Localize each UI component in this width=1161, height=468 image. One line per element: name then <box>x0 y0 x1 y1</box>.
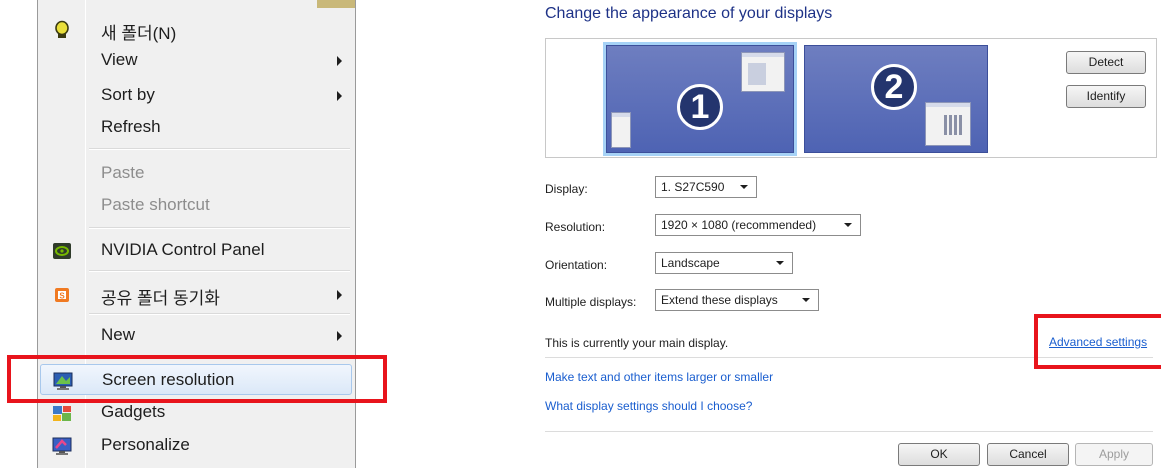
orientation-select-value: Landscape <box>661 256 720 270</box>
display-select[interactable]: 1. S27C590 <box>655 176 757 198</box>
apply-button[interactable]: Apply <box>1075 443 1153 466</box>
ok-button[interactable]: OK <box>898 443 980 466</box>
divider <box>545 431 1153 432</box>
gadgets-icon <box>52 403 72 423</box>
multiple-displays-select[interactable]: Extend these displays <box>655 289 819 311</box>
divider <box>545 357 1153 358</box>
menu-item-label: Gadgets <box>101 402 166 421</box>
display-preview-area: 1 2 Detect Identify <box>545 38 1157 158</box>
chevron-down-icon <box>844 223 852 227</box>
menu-item-screen-resolution[interactable]: Screen resolution <box>40 364 352 395</box>
orientation-select[interactable]: Landscape <box>655 252 793 274</box>
monitor-2-tile[interactable]: 2 <box>804 45 988 153</box>
menu-item-label: Sort by <box>101 85 155 104</box>
desktop-context-menu: 새 폴더(N) View Sort by Refresh Paste Paste… <box>37 0 356 468</box>
menu-separator <box>89 313 350 315</box>
menu-item-label: NVIDIA Control Panel <box>101 240 265 259</box>
menu-item-refresh[interactable]: Refresh <box>40 112 352 143</box>
submenu-arrow-icon <box>337 91 342 101</box>
menu-item-personalize[interactable]: Personalize <box>40 430 352 461</box>
chevron-down-icon <box>740 185 748 189</box>
advanced-settings-link[interactable]: Advanced settings <box>1049 335 1147 349</box>
nvidia-icon <box>52 241 72 261</box>
menu-item-gadgets[interactable]: Gadgets <box>40 397 352 428</box>
menu-item-new[interactable]: New <box>40 320 352 351</box>
display-select-value: 1. S27C590 <box>661 180 725 194</box>
detect-button[interactable]: Detect <box>1066 51 1146 74</box>
cancel-button[interactable]: Cancel <box>987 443 1069 466</box>
submenu-arrow-icon <box>337 331 342 341</box>
window-thumbnail-icon <box>925 102 971 146</box>
orientation-label: Orientation: <box>545 258 608 272</box>
submenu-arrow-icon <box>337 56 342 66</box>
window-thumbnail-icon <box>741 52 785 92</box>
multiple-displays-select-value: Extend these displays <box>661 293 778 307</box>
multiple-displays-label: Multiple displays: <box>545 295 637 309</box>
menu-item-new-folder[interactable]: 새 폴더(N) <box>40 14 352 45</box>
menu-item-label: Personalize <box>101 435 190 454</box>
submenu-arrow-icon <box>337 290 342 300</box>
display-label: Display: <box>545 182 588 196</box>
menu-separator <box>89 357 350 359</box>
resolution-label: Resolution: <box>545 220 606 234</box>
menu-item-view[interactable]: View <box>40 45 352 76</box>
folder-bulb-icon <box>52 20 72 40</box>
menu-separator <box>89 270 350 272</box>
menu-item-label: 공유 폴더 동기화 <box>101 289 220 308</box>
menu-item-label: 새 폴더(N) <box>101 24 177 43</box>
monitor-number: 1 <box>677 84 723 130</box>
identify-button[interactable]: Identify <box>1066 85 1146 108</box>
text-size-link[interactable]: Make text and other items larger or smal… <box>545 370 773 384</box>
menu-item-label: New <box>101 325 136 344</box>
monitor-number: 2 <box>871 64 917 110</box>
menu-item-label: Refresh <box>101 117 161 136</box>
menu-item-label: Paste <box>101 163 145 182</box>
personalize-icon <box>52 436 72 456</box>
share-sync-icon: S <box>52 285 72 305</box>
page-title: Change the appearance of your displays <box>545 5 833 22</box>
menu-item-label: Paste shortcut <box>101 195 210 214</box>
menu-separator <box>89 148 350 150</box>
menu-item-paste[interactable]: Paste <box>40 158 352 189</box>
menu-item-sort-by[interactable]: Sort by <box>40 80 352 111</box>
display-help-link[interactable]: What display settings should I choose? <box>545 399 752 413</box>
resolution-select[interactable]: 1920 × 1080 (recommended) <box>655 214 861 236</box>
menu-item-paste-shortcut[interactable]: Paste shortcut <box>40 190 352 221</box>
screen-resolution-panel: Change the appearance of your displays 1… <box>525 0 1161 468</box>
menu-separator <box>89 227 350 229</box>
main-display-text: This is currently your main display. <box>545 336 729 350</box>
menu-item-label: Screen resolution <box>102 370 235 389</box>
chevron-down-icon <box>776 261 784 265</box>
menu-item-label: View <box>101 50 138 69</box>
desktop-background-peek <box>317 0 355 8</box>
chevron-down-icon <box>802 298 810 302</box>
menu-item-nvidia-control-panel[interactable]: NVIDIA Control Panel <box>40 235 352 266</box>
monitor-1-tile[interactable]: 1 <box>603 42 797 156</box>
svg-text:S: S <box>59 292 65 301</box>
menu-item-share-folder-sync[interactable]: S 공유 폴더 동기화 <box>40 279 352 310</box>
resolution-select-value: 1920 × 1080 (recommended) <box>661 218 817 232</box>
window-thumbnail-icon <box>611 112 631 148</box>
screen-resolution-icon <box>53 371 73 391</box>
